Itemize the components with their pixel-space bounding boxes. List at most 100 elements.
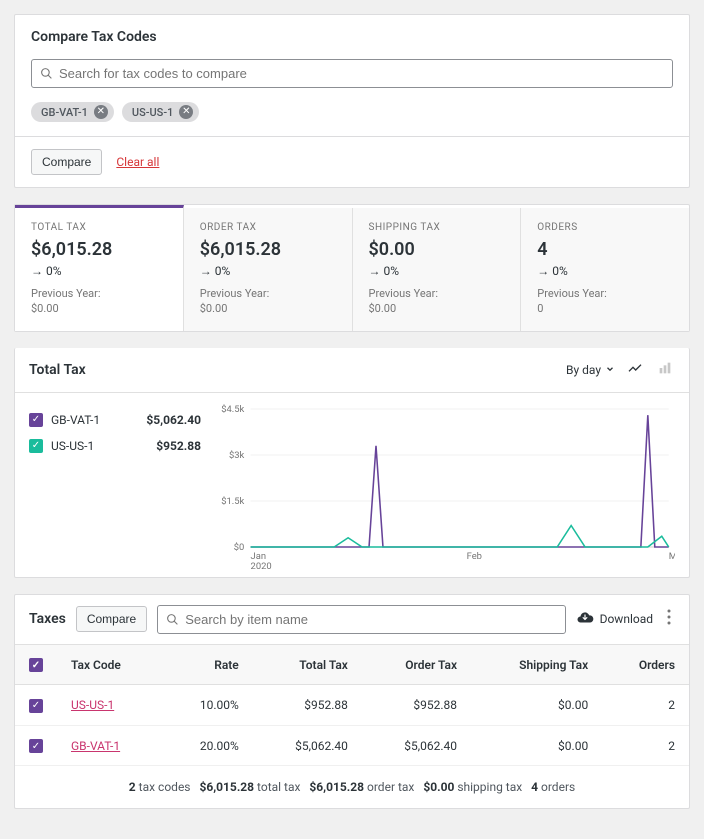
- clear-all-link[interactable]: Clear all: [116, 155, 159, 169]
- chip-label: GB-VAT-1: [41, 106, 88, 119]
- kebab-menu-icon[interactable]: [663, 609, 675, 629]
- compare-search-input[interactable]: [59, 66, 664, 81]
- taxes-search-input[interactable]: [185, 612, 556, 627]
- chevron-down-icon: [605, 363, 615, 377]
- svg-text:Mar: Mar: [669, 551, 675, 562]
- compare-search-box[interactable]: [31, 59, 673, 88]
- compare-search-wrap: [15, 59, 689, 102]
- legend-item-gb-vat-1[interactable]: ✓ GB-VAT-1 $5,062.40: [29, 407, 201, 433]
- chip-gb-vat-1: GB-VAT-1 ✕: [31, 102, 114, 122]
- table-row: ✓ US-US-1 10.00% $952.88 $952.88 $0.00 2: [15, 685, 689, 726]
- legend-name: US-US-1: [51, 439, 94, 453]
- svg-text:Feb: Feb: [467, 551, 482, 562]
- stat-value: 4: [537, 239, 673, 260]
- bar-chart-icon[interactable]: [655, 358, 675, 382]
- compare-card: Compare Tax Codes GB-VAT-1✕US-US-1✕ Comp…: [14, 14, 690, 188]
- chip-label: US-US-1: [132, 106, 173, 119]
- interval-label: By day: [566, 363, 601, 377]
- taxes-card: Taxes Compare Download ✓ Tax CodeRateTota…: [14, 594, 690, 810]
- svg-text:$3k: $3k: [229, 450, 245, 461]
- legend-name: GB-VAT-1: [51, 413, 100, 427]
- stat-delta: → 0%: [200, 264, 336, 278]
- legend-value: $5,062.40: [146, 413, 201, 427]
- stat-tab-shipping-tax[interactable]: SHIPPING TAX $0.00 → 0% Previous Year:$0…: [353, 208, 522, 331]
- stat-delta: → 0%: [31, 264, 167, 278]
- stat-tab-total-tax[interactable]: TOTAL TAX $6,015.28 → 0% Previous Year:$…: [15, 205, 184, 331]
- chart-title: Total Tax: [29, 362, 86, 378]
- col-rate[interactable]: Rate: [162, 645, 252, 685]
- cell-code: US-US-1: [57, 685, 162, 726]
- svg-text:$1.5k: $1.5k: [221, 496, 244, 507]
- row-checkbox[interactable]: ✓: [15, 725, 57, 766]
- cell-shipping: $0.00: [471, 685, 602, 726]
- stat-label: ORDERS: [537, 222, 673, 233]
- cell-order: $952.88: [362, 685, 471, 726]
- svg-text:$4.5k: $4.5k: [221, 404, 244, 415]
- search-icon: [166, 613, 179, 626]
- chart-legend: ✓ GB-VAT-1 $5,062.40 ✓ US-US-1 $952.88: [15, 393, 215, 577]
- svg-text:2020: 2020: [251, 561, 272, 572]
- svg-text:$0: $0: [234, 542, 245, 553]
- checkbox-icon[interactable]: ✓: [29, 413, 43, 427]
- stat-delta: → 0%: [369, 264, 505, 278]
- stat-delta: → 0%: [537, 264, 673, 278]
- col-total-tax[interactable]: Total Tax: [253, 645, 362, 685]
- checkbox-icon: ✓: [29, 699, 43, 713]
- col-shipping-tax[interactable]: Shipping Tax: [471, 645, 602, 685]
- interval-dropdown[interactable]: By day: [566, 363, 615, 377]
- cell-total: $952.88: [253, 685, 362, 726]
- stat-tab-orders[interactable]: ORDERS 4 → 0% Previous Year:0: [521, 208, 689, 331]
- close-icon[interactable]: ✕: [179, 105, 193, 119]
- stat-value: $6,015.28: [200, 239, 336, 260]
- line-chart-icon[interactable]: [625, 358, 645, 382]
- checkbox-icon: ✓: [29, 739, 43, 753]
- close-icon[interactable]: ✕: [94, 105, 108, 119]
- cell-total: $5,062.40: [253, 725, 362, 766]
- compare-button[interactable]: Compare: [31, 149, 102, 175]
- taxes-title: Taxes: [29, 611, 66, 627]
- tax-code-link[interactable]: US-US-1: [71, 698, 114, 712]
- compare-chips: GB-VAT-1 ✕ US-US-1 ✕: [15, 102, 689, 136]
- tax-code-link[interactable]: GB-VAT-1: [71, 739, 120, 753]
- stat-tabs: TOTAL TAX $6,015.28 → 0% Previous Year:$…: [15, 205, 689, 331]
- checkbox-header[interactable]: ✓: [15, 645, 57, 685]
- chart-header: Total Tax By day: [15, 348, 689, 393]
- col-tax-code[interactable]: Tax Code: [57, 645, 162, 685]
- legend-value: $952.88: [156, 439, 201, 453]
- cell-code: GB-VAT-1: [57, 725, 162, 766]
- stat-value: $0.00: [369, 239, 505, 260]
- taxes-compare-button[interactable]: Compare: [76, 606, 147, 632]
- chart-card: Total Tax By day ✓ GB-VAT-1 $5,062.40 ✓: [14, 348, 690, 578]
- table-footer: 2 tax codes $6,015.28 total tax $6,015.2…: [15, 766, 689, 809]
- row-checkbox[interactable]: ✓: [15, 685, 57, 726]
- cell-rate: 20.00%: [162, 725, 252, 766]
- download-label: Download: [600, 612, 653, 626]
- stat-prev: Previous Year:$0.00: [369, 286, 505, 317]
- chart-body: ✓ GB-VAT-1 $5,062.40 ✓ US-US-1 $952.88 $…: [15, 393, 689, 577]
- taxes-header: Taxes Compare Download: [15, 595, 689, 645]
- stat-label: TOTAL TAX: [31, 222, 167, 233]
- legend-item-us-us-1[interactable]: ✓ US-US-1 $952.88: [29, 433, 201, 459]
- stat-tab-order-tax[interactable]: ORDER TAX $6,015.28 → 0% Previous Year:$…: [184, 208, 353, 331]
- checkbox-icon[interactable]: ✓: [29, 439, 43, 453]
- cell-orders: 2: [602, 685, 689, 726]
- stat-prev: Previous Year:$0.00: [31, 286, 167, 317]
- stats-card: TOTAL TAX $6,015.28 → 0% Previous Year:$…: [14, 204, 690, 332]
- cell-shipping: $0.00: [471, 725, 602, 766]
- taxes-search-box[interactable]: [157, 605, 565, 634]
- taxes-table: ✓ Tax CodeRateTotal TaxOrder TaxShipping …: [15, 645, 689, 809]
- search-icon: [40, 67, 53, 80]
- stat-value: $6,015.28: [31, 239, 167, 260]
- checkbox-icon: ✓: [29, 658, 43, 672]
- cell-orders: 2: [602, 725, 689, 766]
- chart-plot: $0$1.5k$3k$4.5kJanFebMar2020: [215, 403, 675, 573]
- col-orders[interactable]: Orders: [602, 645, 689, 685]
- chip-us-us-1: US-US-1 ✕: [122, 102, 199, 122]
- stat-label: ORDER TAX: [200, 222, 336, 233]
- chart-area: $0$1.5k$3k$4.5kJanFebMar2020: [215, 393, 689, 577]
- cloud-download-icon: [576, 609, 594, 630]
- download-button[interactable]: Download: [576, 609, 653, 630]
- taxes-search-wrap: [157, 605, 565, 634]
- table-row: ✓ GB-VAT-1 20.00% $5,062.40 $5,062.40 $0…: [15, 725, 689, 766]
- col-order-tax[interactable]: Order Tax: [362, 645, 471, 685]
